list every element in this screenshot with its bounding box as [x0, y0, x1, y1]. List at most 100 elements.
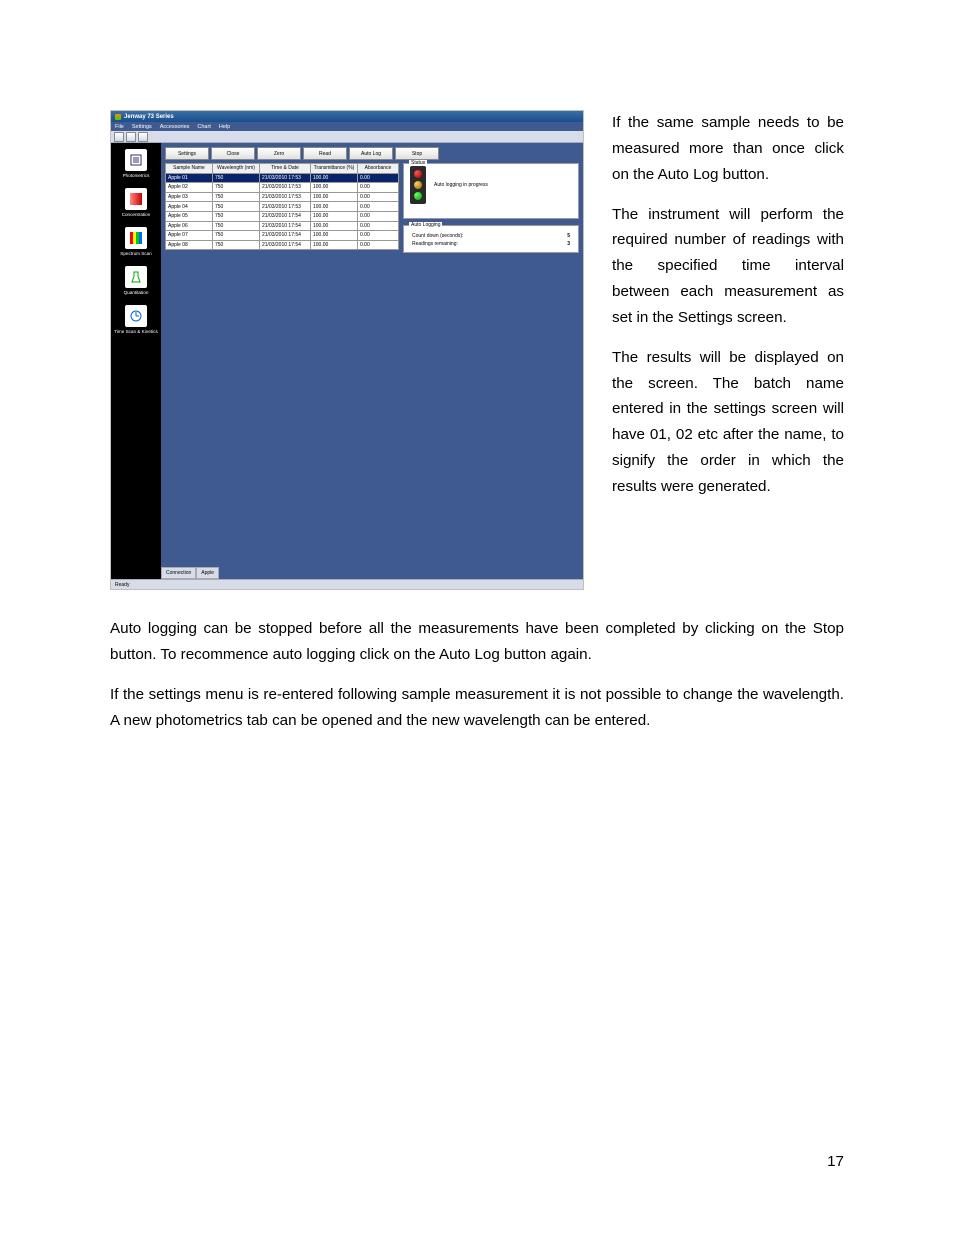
tab-connection[interactable]: Connection [161, 567, 196, 579]
table-row[interactable]: Apple 0875021/03/2010 17:54100.000.00 [166, 240, 399, 250]
sidebar-item-label: Spectrum Scan [120, 251, 151, 256]
light-green [414, 192, 422, 200]
table-cell: 100.00 [311, 183, 358, 193]
autolog-button[interactable]: Auto Log [349, 147, 393, 160]
th-trans[interactable]: Transmittance (%) [311, 164, 358, 174]
sidebar-item-concentration[interactable]: Concentration [121, 186, 152, 219]
remaining-label: Readings remaining: [412, 241, 458, 247]
table-cell: 21/03/2010 17:53 [260, 192, 311, 202]
light-amber [414, 181, 422, 189]
light-red [414, 170, 422, 178]
table-cell: 21/03/2010 17:53 [260, 183, 311, 193]
table-cell: 100.00 [311, 231, 358, 241]
table-cell: 21/03/2010 17:54 [260, 231, 311, 241]
concentration-icon [125, 188, 147, 210]
table-cell: 750 [213, 192, 260, 202]
table-cell: 750 [213, 202, 260, 212]
bottom-text: Auto logging can be stopped before all t… [110, 616, 844, 733]
photometrics-icon [125, 149, 147, 171]
table-cell: 21/03/2010 17:54 [260, 240, 311, 250]
menu-settings[interactable]: Settings [132, 124, 152, 130]
table-cell: 750 [213, 183, 260, 193]
table-cell: 21/03/2010 17:53 [260, 202, 311, 212]
table-cell: 0.00 [358, 183, 399, 193]
table-cell: 0.00 [358, 211, 399, 221]
table-row[interactable]: Apple 0675021/03/2010 17:54100.000.00 [166, 221, 399, 231]
table-cell: 100.00 [311, 192, 358, 202]
clock-icon [125, 305, 147, 327]
sidebar-item-label: Concentration [122, 212, 151, 217]
th-timedate[interactable]: Time & Date [260, 164, 311, 174]
doc-paragraph: If the same sample needs to be measured … [612, 110, 844, 188]
zero-button[interactable]: Zero [257, 147, 301, 160]
table-cell: 0.00 [358, 231, 399, 241]
status-groupbox: Status Auto logging in progress [403, 163, 579, 219]
table-cell: 750 [213, 240, 260, 250]
save-icon[interactable] [138, 132, 148, 142]
table-cell: Apple 01 [166, 173, 213, 183]
countdown-value: 5 [567, 233, 570, 239]
countdown-label: Count down (seconds): [412, 233, 463, 239]
table-cell: Apple 06 [166, 221, 213, 231]
table-row[interactable]: Apple 0275021/03/2010 17:53100.000.00 [166, 183, 399, 193]
table-cell: 0.00 [358, 173, 399, 183]
th-wavelength[interactable]: Wavelength (nm) [213, 164, 260, 174]
tab-apple[interactable]: Apple [196, 567, 219, 579]
results-tbody: Apple 0175021/03/2010 17:53100.000.00App… [166, 173, 399, 250]
sidebar-item-time-scan[interactable]: Time Scan & Kinetics [113, 303, 159, 336]
menubar: File Settings Accessories Chart Help [111, 122, 583, 131]
th-abs[interactable]: Absorbance [358, 164, 399, 174]
side-text: If the same sample needs to be measured … [612, 110, 844, 514]
table-cell: Apple 05 [166, 211, 213, 221]
table-cell: 100.00 [311, 221, 358, 231]
page-number: 17 [110, 1153, 844, 1170]
doc-paragraph: The results will be displayed on the scr… [612, 345, 844, 500]
th-sample[interactable]: Sample Name [166, 164, 213, 174]
toolbar [111, 131, 583, 143]
table-cell: 0.00 [358, 221, 399, 231]
table-row[interactable]: Apple 0575021/03/2010 17:54100.000.00 [166, 211, 399, 221]
settings-button[interactable]: Settings [165, 147, 209, 160]
autolog-groupbox: Auto Logging Count down (seconds): 5 Rea… [403, 225, 579, 253]
print-icon[interactable] [126, 132, 136, 142]
close-button[interactable]: Close [211, 147, 255, 160]
menu-file[interactable]: File [115, 124, 124, 130]
autolog-legend: Auto Logging [409, 222, 442, 228]
table-cell: Apple 03 [166, 192, 213, 202]
read-button[interactable]: Read [303, 147, 347, 160]
table-cell: 100.00 [311, 240, 358, 250]
open-icon[interactable] [114, 132, 124, 142]
table-row[interactable]: Apple 0775021/03/2010 17:54100.000.00 [166, 231, 399, 241]
table-cell: 0.00 [358, 192, 399, 202]
window-titlebar: Jenway 73 Series [111, 111, 583, 122]
table-cell: Apple 07 [166, 231, 213, 241]
results-table: Sample Name Wavelength (nm) Time & Date … [165, 163, 399, 250]
table-cell: Apple 04 [166, 202, 213, 212]
traffic-light-icon [410, 166, 426, 204]
sidebar-item-quantitation[interactable]: Quantitation [123, 264, 150, 297]
table-cell: 750 [213, 231, 260, 241]
sidebar-item-label: Time Scan & Kinetics [114, 329, 158, 334]
menu-help[interactable]: Help [219, 124, 230, 130]
footer-tabs: Connection Apple [161, 567, 219, 579]
sidebar-item-photometrics[interactable]: Photometrics [122, 147, 151, 180]
table-row[interactable]: Apple 0375021/03/2010 17:53100.000.00 [166, 192, 399, 202]
status-legend: Status [409, 160, 427, 166]
table-cell: 0.00 [358, 202, 399, 212]
table-cell: 100.00 [311, 202, 358, 212]
statusbar-text: Ready [115, 582, 129, 588]
doc-paragraph: The instrument will perform the required… [612, 202, 844, 331]
doc-paragraph: Auto logging can be stopped before all t… [110, 616, 844, 668]
table-cell: 750 [213, 221, 260, 231]
table-row[interactable]: Apple 0175021/03/2010 17:53100.000.00 [166, 173, 399, 183]
remaining-value: 3 [567, 241, 570, 247]
stop-button[interactable]: Stop [395, 147, 439, 160]
table-row[interactable]: Apple 0475021/03/2010 17:53100.000.00 [166, 202, 399, 212]
menu-chart[interactable]: Chart [197, 124, 210, 130]
table-cell: 0.00 [358, 240, 399, 250]
menu-accessories[interactable]: Accessories [160, 124, 190, 130]
table-cell: 750 [213, 173, 260, 183]
statusbar: Ready [111, 579, 584, 589]
table-cell: 100.00 [311, 211, 358, 221]
sidebar-item-spectrum-scan[interactable]: Spectrum Scan [119, 225, 152, 258]
